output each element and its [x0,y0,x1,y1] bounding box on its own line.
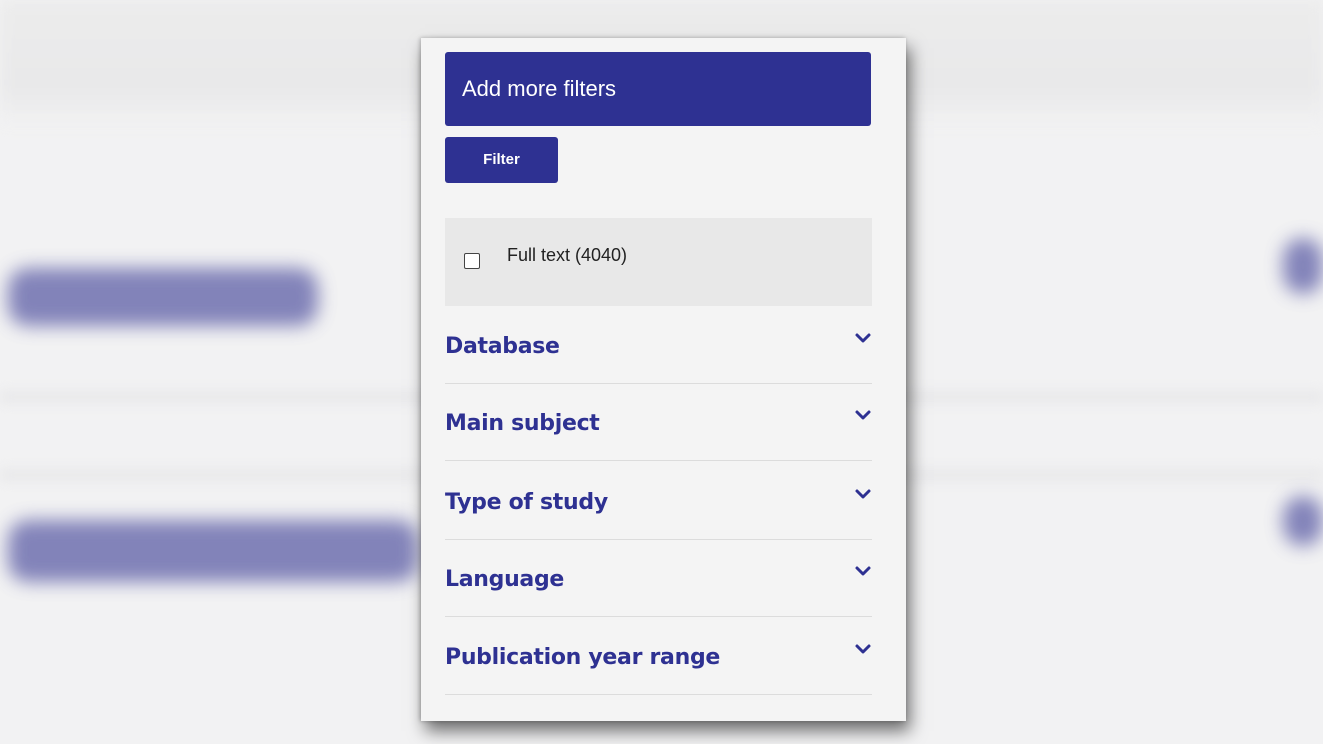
full-text-checkbox[interactable] [464,253,480,269]
facet-label: Publication year range [445,645,721,670]
facet-language[interactable]: Language [445,540,872,617]
blurred-heading-1 [8,268,318,326]
chevron-down-icon [855,410,871,420]
chevron-down-icon [855,644,871,654]
blurred-chevron-2 [1283,496,1323,546]
filter-button[interactable]: Filter [445,137,558,183]
facet-label: Type of study [445,490,608,515]
facet-database[interactable]: Database [445,307,872,384]
full-text-option: Full text (4040) [445,218,872,306]
facet-publication-year-range[interactable]: Publication year range [445,618,872,695]
facet-label: Language [445,567,565,592]
chevron-down-icon [855,489,871,499]
blurred-chevron-1 [1283,238,1323,294]
facet-label: Main subject [445,411,600,436]
full-text-label[interactable]: Full text (4040) [507,245,627,266]
blurred-heading-2 [8,520,418,582]
filter-panel: Add more filters Filter Full text (4040)… [421,38,906,721]
chevron-down-icon [855,566,871,576]
facet-main-subject[interactable]: Main subject [445,384,872,461]
facet-label: Database [445,334,560,359]
facet-type-of-study[interactable]: Type of study [445,463,872,540]
chevron-down-icon [855,333,871,343]
add-more-filters-button[interactable]: Add more filters [445,52,871,126]
